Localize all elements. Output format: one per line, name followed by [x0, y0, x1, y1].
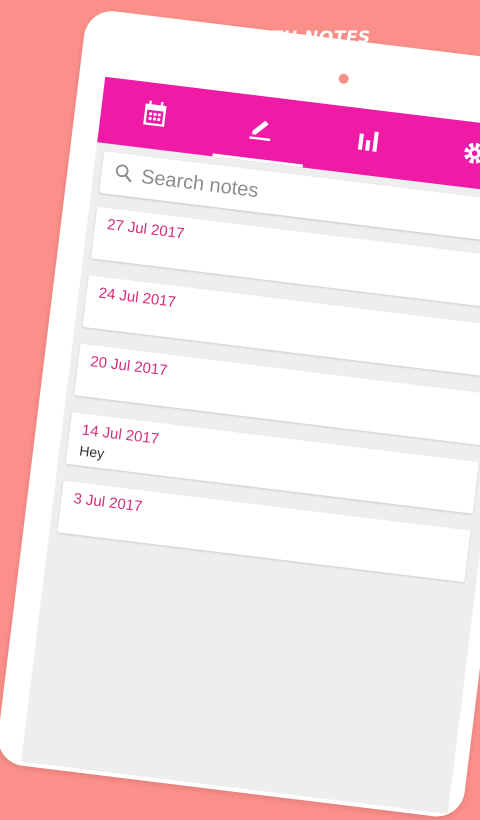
gear-icon: [459, 137, 480, 173]
pencil-icon: [245, 111, 277, 147]
camera-dot: [338, 73, 350, 85]
bar-chart-icon: [352, 124, 384, 160]
notes-list: 27 Jul 2017 24 Jul 2017 20 Jul 2017 14 J…: [55, 206, 480, 599]
tablet-mockup: 27 Jul 2017 24 Jul 2017 20 Jul 2017 14 J…: [0, 0, 480, 820]
tablet-frame: 27 Jul 2017 24 Jul 2017 20 Jul 2017 14 J…: [0, 8, 480, 820]
calendar-icon: [139, 98, 171, 134]
tab-notes[interactable]: [204, 90, 319, 169]
search-icon: [100, 160, 141, 189]
tab-settings[interactable]: [417, 116, 480, 195]
tab-stats[interactable]: [311, 103, 426, 182]
app-screen: 27 Jul 2017 24 Jul 2017 20 Jul 2017 14 J…: [21, 76, 480, 814]
tab-calendar[interactable]: [97, 77, 212, 156]
